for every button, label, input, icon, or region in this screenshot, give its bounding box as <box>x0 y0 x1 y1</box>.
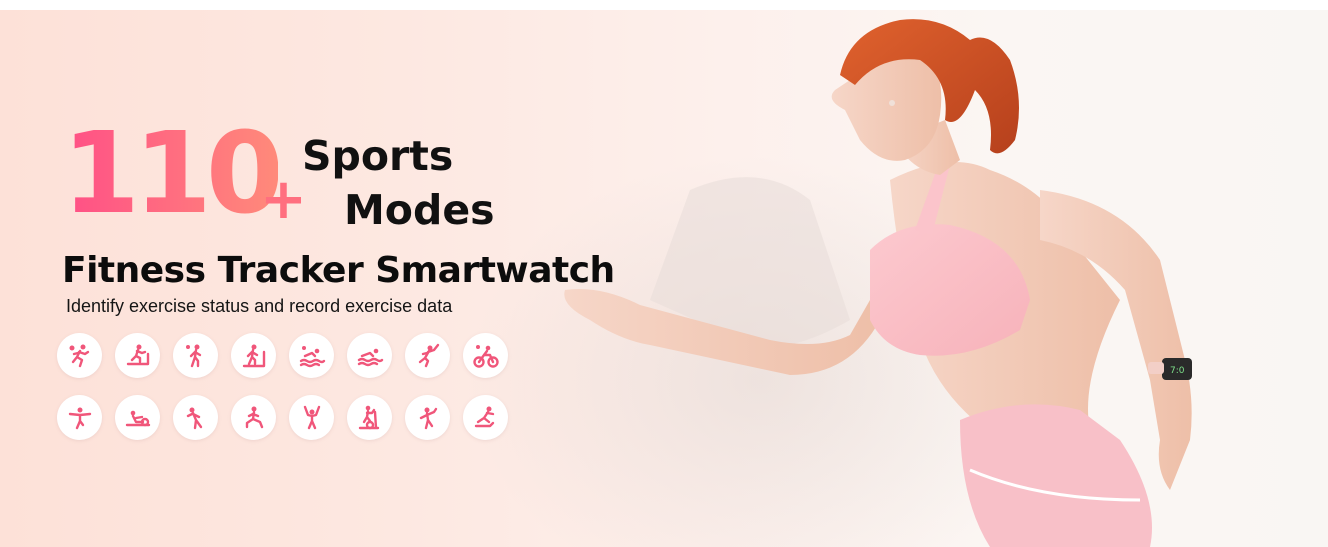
hero-banner: 110 + Sports Modes Fitness Tracker Smart… <box>0 0 1328 547</box>
headline-modes: Modes <box>344 186 495 234</box>
pool-swim-icon <box>347 333 392 378</box>
stretching-icon <box>173 395 218 440</box>
watch-time: 7:0 <box>1170 366 1185 376</box>
elliptical-icon <box>347 395 392 440</box>
outdoor-swim-icon <box>289 333 334 378</box>
sports-count: 110 <box>62 109 284 239</box>
indoor-walk-icon <box>231 333 276 378</box>
yoga-icon <box>57 395 102 440</box>
strength-icon <box>289 395 334 440</box>
cycling-sun-icon <box>463 333 508 378</box>
runner-photo: 7:0 <box>564 19 1192 547</box>
watch-strap <box>1148 362 1164 374</box>
product-description: Identify exercise status and record exer… <box>66 296 453 316</box>
badminton-icon <box>405 333 450 378</box>
treadmill-icon <box>115 333 160 378</box>
dance-icon <box>405 395 450 440</box>
plus-sign: + <box>260 167 307 232</box>
sport-mode-icons <box>57 333 527 457</box>
headline-sports: Sports <box>302 132 454 180</box>
running-sun-icon <box>57 333 102 378</box>
icon-row-2 <box>57 395 527 440</box>
icon-row-1 <box>57 333 527 378</box>
lunge-icon <box>231 395 276 440</box>
running-shorts <box>960 404 1152 547</box>
walking-sun-icon <box>173 333 218 378</box>
rowing-icon <box>115 395 160 440</box>
earring <box>889 100 895 106</box>
skating-icon <box>463 395 508 440</box>
